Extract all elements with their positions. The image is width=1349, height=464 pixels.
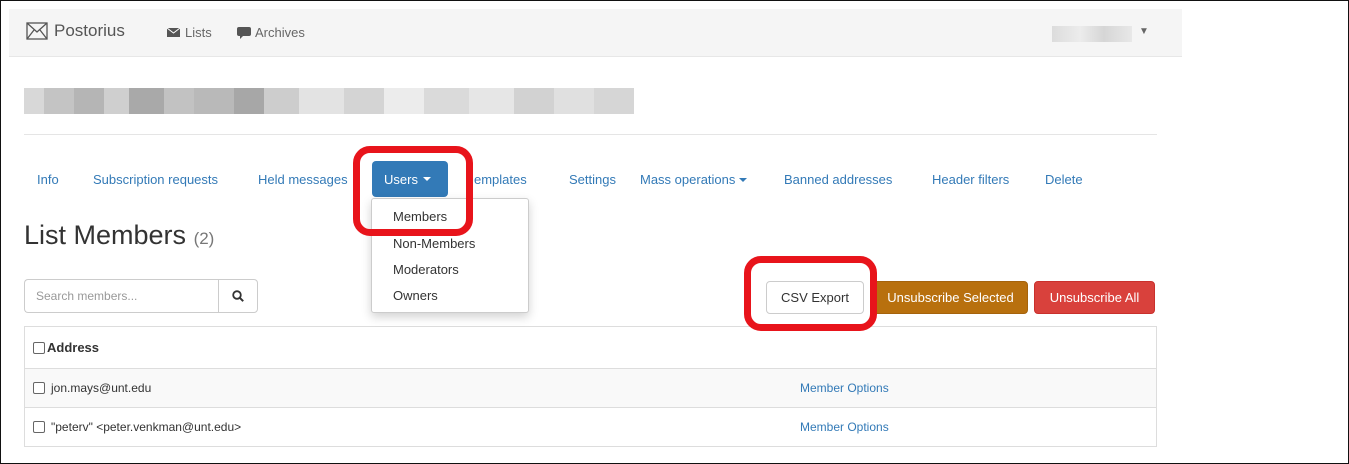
lists-envelopes-icon (167, 27, 181, 37)
member-options-link[interactable]: Member Options (800, 420, 889, 434)
list-name-blurred (24, 88, 634, 114)
search-group (24, 279, 258, 313)
table-row: jon.mays@unt.edu Member Options (25, 368, 1156, 407)
nav-archives-label: Archives (255, 25, 305, 40)
user-menu[interactable] (1052, 26, 1132, 42)
envelope-icon (26, 22, 48, 40)
address-column-header: Address (47, 340, 100, 355)
table-header-row: Address (25, 327, 1156, 368)
select-all-checkbox[interactable] (33, 341, 45, 354)
tab-banned-addresses[interactable]: Banned addresses (784, 172, 892, 187)
tab-templates[interactable]: emplates (474, 172, 527, 187)
tab-header-filters[interactable]: Header filters (932, 172, 1009, 187)
header-divider (24, 134, 1157, 135)
page-title-text: List Members (24, 220, 187, 250)
brand-link[interactable]: Postorius (26, 21, 125, 41)
caret-down-icon (739, 177, 748, 182)
user-dropdown-caret-icon[interactable]: ▼ (1139, 26, 1149, 37)
tab-mass-operations[interactable]: Mass operations (640, 172, 748, 187)
comment-icon (237, 26, 251, 39)
member-address: jon.mays@unt.edu (51, 381, 152, 395)
tab-mass-operations-label: Mass operations (640, 172, 736, 187)
unsubscribe-selected-button[interactable]: Unsubscribe Selected (873, 281, 1028, 314)
menu-item-non-members[interactable]: Non-Members (393, 236, 475, 251)
row-checkbox[interactable] (33, 421, 45, 433)
members-table: Address jon.mays@unt.edu Member Options … (24, 326, 1157, 447)
annotation-highlight-users (353, 146, 473, 236)
tab-held-messages[interactable]: Held messages (258, 172, 348, 187)
menu-item-moderators[interactable]: Moderators (393, 262, 459, 277)
nav-archives[interactable]: Archives (237, 25, 305, 40)
tab-settings[interactable]: Settings (569, 172, 616, 187)
member-count: (2) (193, 229, 215, 248)
member-address: "peterv" <peter.venkman@unt.edu> (51, 420, 242, 434)
search-button[interactable] (218, 279, 258, 313)
nav-lists-label: Lists (185, 25, 212, 40)
nav-lists[interactable]: Lists (167, 25, 212, 40)
annotation-highlight-csv-export (744, 256, 877, 331)
top-navbar: Postorius Lists Archives ▼ (9, 9, 1182, 57)
unsubscribe-all-button[interactable]: Unsubscribe All (1034, 281, 1155, 314)
table-row: "peterv" <peter.venkman@unt.edu> Member … (25, 407, 1156, 446)
member-options-link[interactable]: Member Options (800, 381, 889, 395)
search-input[interactable] (24, 279, 218, 313)
page-title: List Members (2) (24, 220, 214, 251)
tab-delete[interactable]: Delete (1045, 172, 1083, 187)
search-icon (232, 290, 244, 302)
tab-subscription-requests[interactable]: Subscription requests (93, 172, 218, 187)
menu-item-owners[interactable]: Owners (393, 288, 438, 303)
row-checkbox[interactable] (33, 382, 45, 394)
tab-info[interactable]: Info (37, 172, 59, 187)
brand-label: Postorius (54, 21, 125, 40)
